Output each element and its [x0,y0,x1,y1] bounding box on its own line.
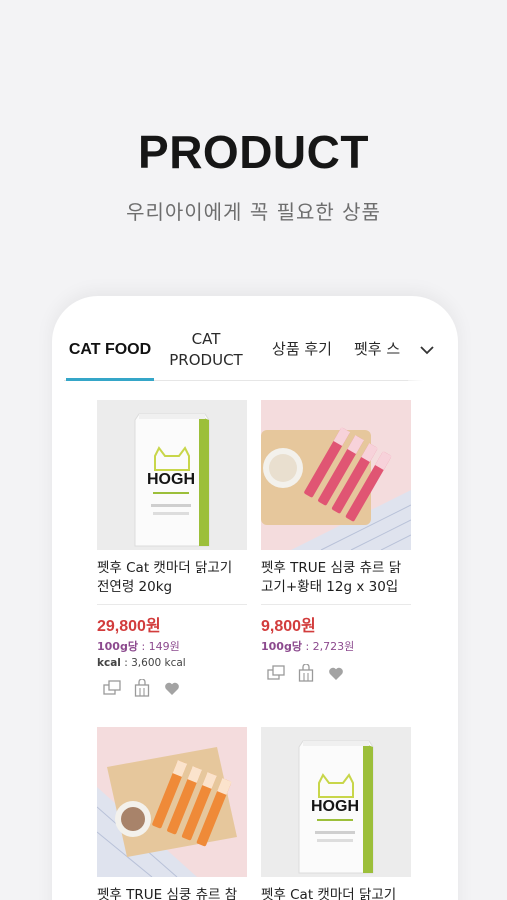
product-name[interactable]: 펫후 Cat 캣마더 닭고기 [261,886,411,900]
product-actions [97,679,247,697]
unit-price: 100g당 : 2,723원 [261,640,355,653]
compare-button[interactable] [103,679,121,697]
unit-price-label: 100g당 [97,640,138,653]
tab-label: CAT FOOD [68,341,152,358]
product-image[interactable] [97,727,247,877]
bag-brand-text: HOGH [147,471,195,488]
food-bag-image: HOGH [97,400,247,550]
hero-title: PRODUCT [138,126,369,178]
cart-icon [134,679,150,697]
food-bag-image: HOGH [261,727,411,877]
cart-button[interactable] [297,664,315,682]
product-card[interactable]: HOGH 펫후 Cat 캣마더 닭고기 [261,727,411,900]
unit-price: 100g당 : 149원 [97,640,180,653]
product-name[interactable]: 펫후 Cat 캣마더 닭고기 전연령 20kg [97,559,247,597]
product-name[interactable]: 펫후 TRUE 심쿵 츄르 참 [97,886,247,900]
product-image[interactable] [261,400,411,550]
product-price: 29,800원 [97,618,161,635]
active-tab-indicator [66,378,154,381]
heart-icon [329,667,343,680]
compare-button[interactable] [267,664,285,682]
product-image[interactable]: HOGH [261,727,411,877]
phone-frame: CAT FOOD CAT PRODUCT 상품 후기 펫후 스 HOGH 펫후 … [52,296,458,900]
unit-price-label: 100g당 [261,640,302,653]
heart-icon [165,682,179,695]
compare-icon [103,680,121,695]
tab-cat-food[interactable]: CAT FOOD [66,318,154,381]
product-actions [261,664,411,682]
tab-cat-product[interactable]: CAT PRODUCT [158,318,254,381]
divider [97,604,247,605]
tab-label: 상품 후기 [272,340,332,358]
hero-subtitle: 우리아이에게 꼭 필요한 상품 [126,200,381,224]
product-card[interactable]: 펫후 TRUE 심쿵 츄르 닭고기+황태 12g x 30입 9,800원 10… [261,400,411,682]
divider [261,604,411,605]
tab-label: 펫후 스 [354,340,401,358]
cart-icon [298,664,314,682]
tab-label: CAT PRODUCT [169,329,243,369]
unit-price-value: 149원 [148,640,180,653]
product-price: 9,800원 [261,618,316,635]
kcal-label: kcal [97,657,121,669]
compare-icon [267,665,285,680]
wishlist-button[interactable] [163,679,181,697]
product-image[interactable]: HOGH [97,400,247,550]
kcal-info: kcal : 3,600 kcal [97,657,186,669]
tab-pethoo-store[interactable]: 펫후 스 [354,318,414,381]
bag-brand-text: HOGH [311,798,359,815]
product-card[interactable]: HOGH 펫후 Cat 캣마더 닭고기 전연령 20kg 29,800원 100… [97,400,247,697]
tab-reviews[interactable]: 상품 후기 [262,318,342,381]
wishlist-button[interactable] [327,664,345,682]
chevron-down-icon [420,345,434,354]
cart-button[interactable] [133,679,151,697]
category-tabbar: CAT FOOD CAT PRODUCT 상품 후기 펫후 스 [64,318,446,381]
tabs-more-button[interactable] [408,318,446,381]
kcal-value: 3,600 kcal [131,657,186,669]
phone-screen: CAT FOOD CAT PRODUCT 상품 후기 펫후 스 HOGH 펫후 … [64,318,446,900]
unit-price-value: 2,723원 [312,640,355,653]
treat-sticks-image [261,400,411,550]
treat-sticks-image [97,727,247,877]
product-name[interactable]: 펫후 TRUE 심쿵 츄르 닭고기+황태 12g x 30입 [261,559,411,597]
product-card[interactable]: 펫후 TRUE 심쿵 츄르 참 [97,727,247,900]
